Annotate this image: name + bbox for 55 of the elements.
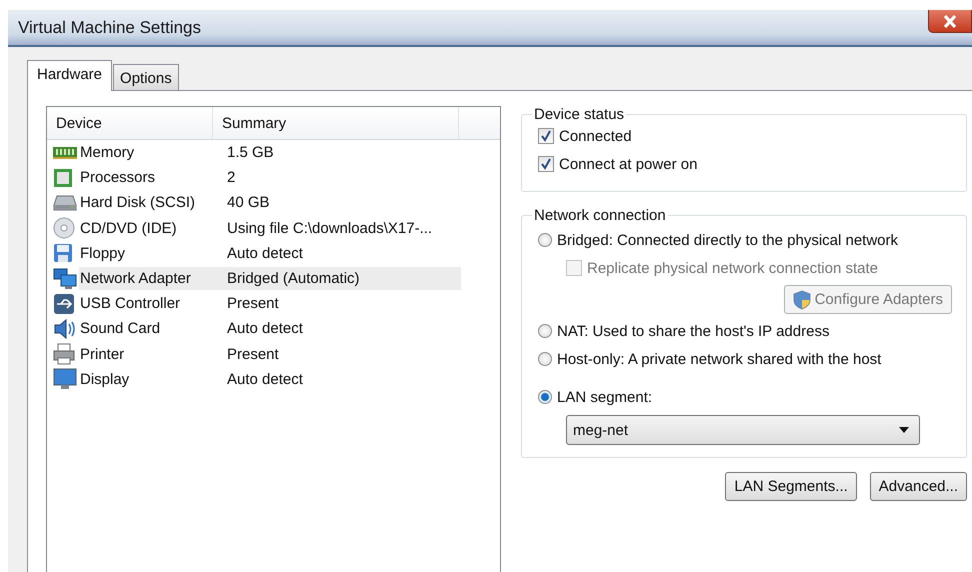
device-summary: Bridged (Automatic) xyxy=(221,267,461,290)
checkbox-label: Replicate physical network connection state xyxy=(587,260,878,276)
device-name[interactable]: Printer xyxy=(79,342,221,366)
disc-icon xyxy=(53,217,75,240)
device-name[interactable]: Network Adapter xyxy=(79,267,221,290)
dialog-button[interactable]: Advanced... xyxy=(870,472,967,501)
device-name[interactable]: USB Controller xyxy=(79,292,221,316)
printer-icon xyxy=(53,343,75,366)
device-name[interactable]: Sound Card xyxy=(79,317,221,340)
device-summary: Using file C:\downloads\X17-... xyxy=(226,218,434,239)
processor-icon xyxy=(53,168,73,188)
checkbox[interactable] xyxy=(538,128,554,144)
speaker-icon xyxy=(53,318,77,340)
dialog-button[interactable]: LAN Segments... xyxy=(725,472,857,501)
device-summary: 2 xyxy=(226,168,236,188)
dropdown-arrow-icon xyxy=(899,427,909,433)
radio-label: NAT: Used to share the host's IP address xyxy=(557,322,830,340)
radio-label: Host-only: A private network shared with the host xyxy=(557,350,882,368)
radio-button[interactable] xyxy=(538,324,552,338)
close-button[interactable] xyxy=(928,10,972,33)
device-summary: Present xyxy=(226,344,280,365)
device-name[interactable]: CD/DVD (IDE) xyxy=(79,216,221,240)
lan-segment-dropdown[interactable]: meg-net xyxy=(566,415,920,445)
device-name[interactable]: Memory xyxy=(79,141,221,164)
device-summary: Present xyxy=(226,294,280,314)
usb-icon xyxy=(53,292,75,315)
close-icon xyxy=(943,14,957,28)
group-title: Device status xyxy=(533,106,626,123)
window-title: Virtual Machine Settings xyxy=(17,18,202,38)
device-name[interactable]: Hard Disk (SCSI) xyxy=(79,191,221,214)
radio-label: LAN segment: xyxy=(557,388,652,406)
checkbox[interactable] xyxy=(538,156,554,172)
radio-label: Bridged: Connected directly to the physical network xyxy=(557,232,898,248)
column-header[interactable]: Device xyxy=(47,107,213,139)
group-title: Network connection xyxy=(533,207,667,224)
tab[interactable]: Options xyxy=(113,64,179,90)
checkbox-label: Connect at power on xyxy=(559,156,698,172)
column-header[interactable]: Summary xyxy=(213,107,459,139)
network-computers-icon xyxy=(53,268,77,290)
tab[interactable]: Hardware xyxy=(27,60,112,91)
device-summary: Auto detect xyxy=(226,319,304,340)
device-name[interactable]: Processors xyxy=(79,166,221,190)
monitor-icon xyxy=(53,368,77,390)
device-summary: 1.5 GB xyxy=(226,143,275,164)
device-name[interactable]: Display xyxy=(79,368,221,391)
shield-icon xyxy=(792,290,811,310)
radio-button[interactable] xyxy=(538,233,552,247)
device-name[interactable]: Floppy xyxy=(79,242,221,265)
radio-button[interactable] xyxy=(538,390,552,404)
device-summary: 40 GB xyxy=(226,193,271,214)
radio-button[interactable] xyxy=(538,352,552,366)
device-summary: Auto detect xyxy=(226,244,304,264)
checkbox-label: Connected xyxy=(559,128,632,144)
device-summary: Auto detect xyxy=(226,370,304,390)
memory-chip-icon xyxy=(53,146,77,160)
